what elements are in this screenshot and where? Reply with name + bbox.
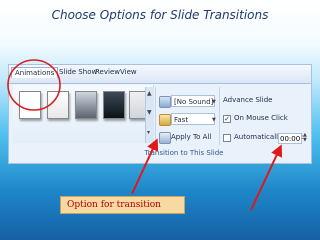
apply-all-button[interactable]: Apply To All [171, 133, 211, 141]
transition-thumb-none[interactable] [19, 91, 41, 119]
ribbon: Animations Slide Show Review View ▲ ▼ ▾ … [8, 64, 312, 164]
gallery-scrollbar[interactable]: ▲ ▼ ▾ [145, 87, 154, 143]
group-label: Transition to This Slide [144, 149, 224, 157]
advance-slide-heading: Advance Slide [223, 96, 273, 104]
transition-gallery [13, 85, 154, 143]
transition-thumb-dissolve[interactable] [103, 91, 125, 119]
ribbon-divider [155, 87, 156, 145]
transition-thumb-fade-black[interactable] [75, 91, 97, 119]
on-mouse-click-label: On Mouse Click [234, 114, 288, 122]
transition-thumb-fade[interactable] [47, 91, 69, 119]
chevron-down-icon[interactable]: ▼ [212, 99, 216, 105]
chevron-down-icon[interactable]: ▼ [212, 117, 216, 123]
sound-icon [159, 96, 171, 108]
gallery-scroll-down-icon[interactable]: ▼ [147, 109, 152, 116]
tab-slide-show[interactable]: Slide Show [59, 68, 97, 76]
gallery-scroll-up-icon[interactable]: ▲ [147, 90, 152, 97]
speed-icon [159, 114, 171, 126]
on-mouse-click-checkbox[interactable]: ✓ [223, 115, 231, 123]
option-callout-box: Option for transition [60, 196, 185, 214]
ribbon-tab-bar: Animations Slide Show Review View [9, 65, 311, 84]
auto-after-time-input[interactable]: 00:00 [278, 133, 302, 144]
apply-all-icon [159, 132, 171, 144]
sound-dropdown[interactable]: [No Sound] [171, 95, 215, 107]
gallery-more-icon[interactable]: ▾ [147, 129, 150, 136]
auto-after-checkbox[interactable] [223, 134, 231, 142]
tab-animations[interactable]: Animations [11, 67, 59, 78]
tab-view[interactable]: View [120, 68, 137, 76]
speed-dropdown[interactable]: Fast [171, 113, 215, 125]
tab-review[interactable]: Review [95, 68, 120, 76]
ribbon-divider [219, 87, 220, 145]
time-spinner-icon[interactable]: ▲ ▼ [303, 133, 307, 143]
slide-title: Choose Options for Slide Transitions [51, 8, 269, 22]
